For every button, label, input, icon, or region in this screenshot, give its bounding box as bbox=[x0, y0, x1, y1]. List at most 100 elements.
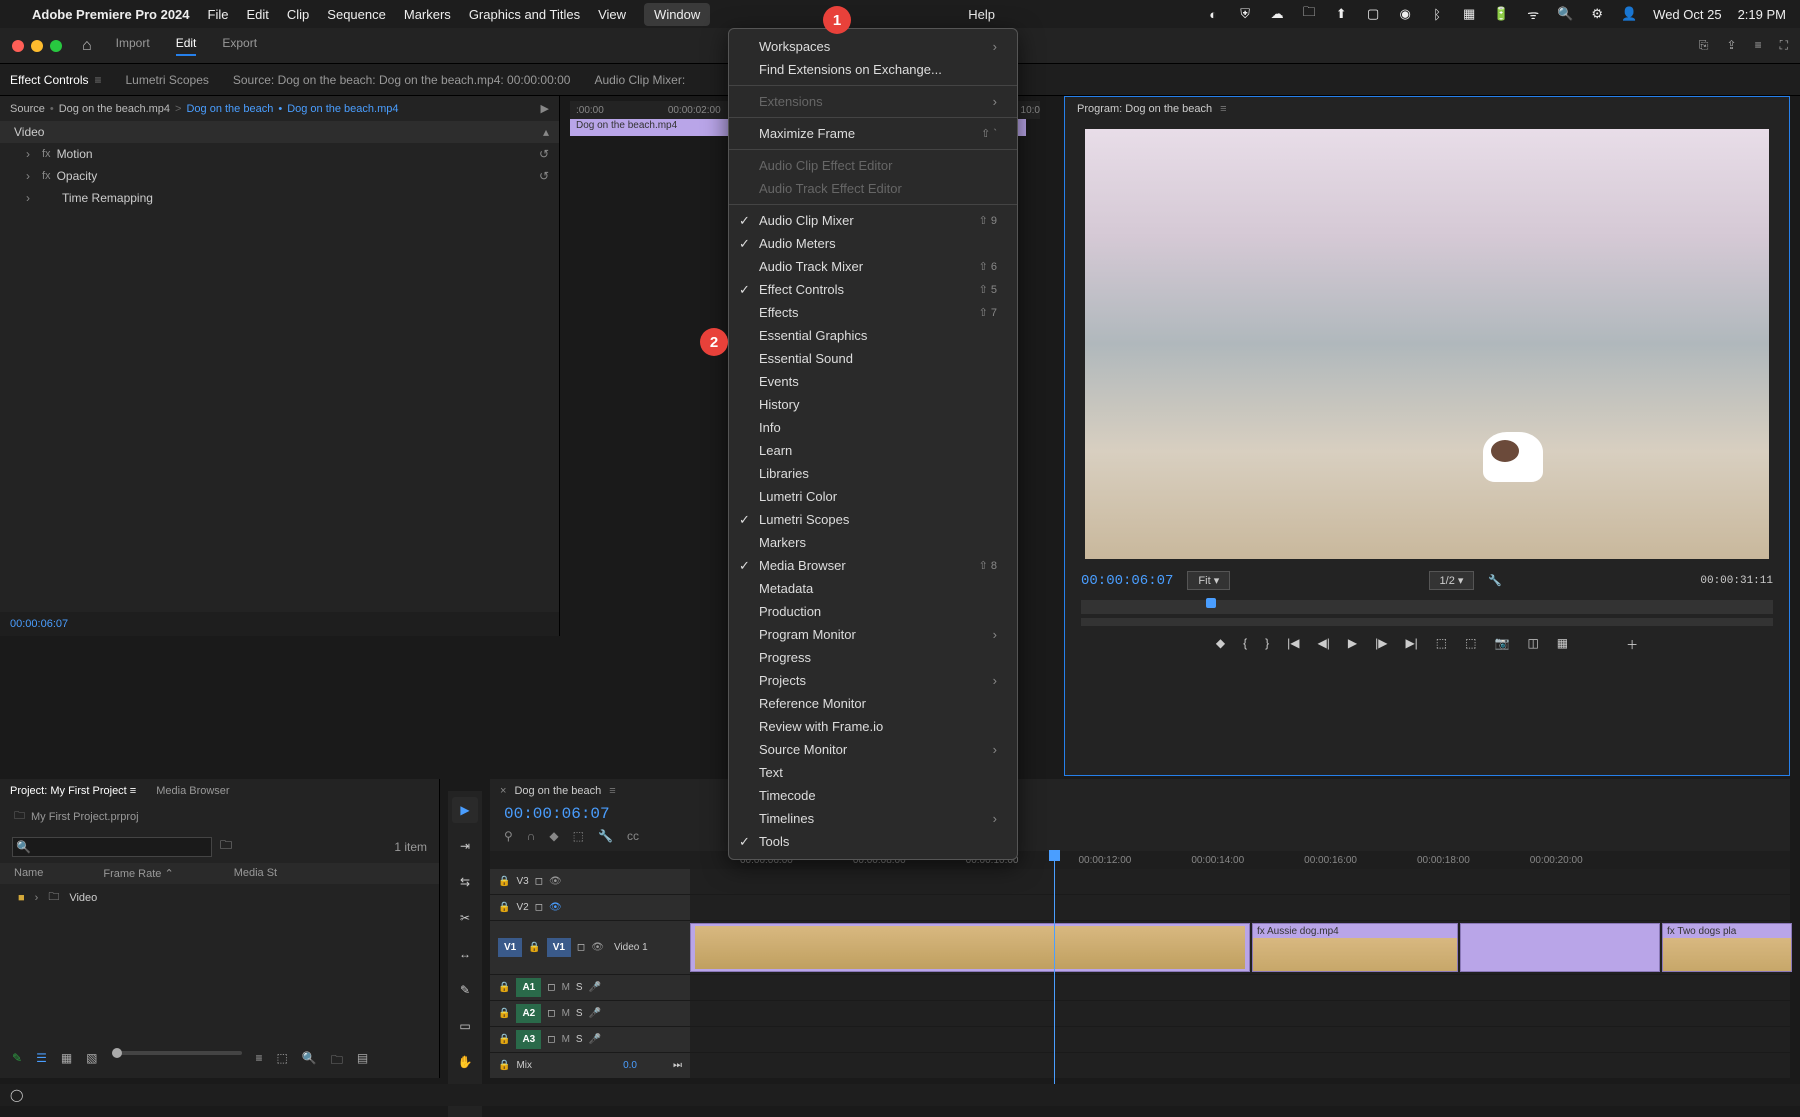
menubar-date[interactable]: Wed Oct 25 bbox=[1653, 7, 1721, 22]
marker-icon[interactable]: ◆ bbox=[1216, 636, 1225, 653]
panel-audio-mixer[interactable]: Audio Clip Mixer: bbox=[594, 73, 685, 87]
mark-out-icon[interactable]: } bbox=[1265, 636, 1269, 653]
menu-edit[interactable]: Edit bbox=[246, 7, 268, 22]
mix-value[interactable]: 0.0 bbox=[623, 1060, 637, 1071]
menu-item-timelines[interactable]: Timelines› bbox=[729, 807, 1017, 830]
wrench-icon[interactable]: 🔧 bbox=[598, 829, 613, 843]
menu-item-tools[interactable]: ✓Tools bbox=[729, 830, 1017, 853]
link-icon[interactable]: ∩ bbox=[527, 829, 536, 843]
menubar-time[interactable]: 2:19 PM bbox=[1738, 7, 1786, 22]
panel-lumetri-scopes[interactable]: Lumetri Scopes bbox=[126, 73, 209, 87]
menu-item-progress[interactable]: Progress bbox=[729, 646, 1017, 669]
menu-item-essential-sound[interactable]: Essential Sound bbox=[729, 347, 1017, 370]
fx-badge-icon[interactable]: fx bbox=[42, 148, 51, 160]
add-button-icon[interactable]: ＋ bbox=[1626, 636, 1638, 653]
slip-tool-icon[interactable]: ↔ bbox=[452, 941, 478, 967]
mute-button[interactable]: M bbox=[562, 1008, 570, 1019]
menu-item-info[interactable]: Info bbox=[729, 416, 1017, 439]
safe-margins-icon[interactable]: ▦ bbox=[1557, 636, 1568, 653]
lock-icon[interactable]: 🔒 bbox=[498, 1034, 510, 1045]
menu-item-lumetri-color[interactable]: Lumetri Color bbox=[729, 485, 1017, 508]
automate-icon[interactable]: ⬚ bbox=[277, 1051, 288, 1072]
close-window-icon[interactable] bbox=[12, 40, 24, 52]
program-fit-dropdown[interactable]: Fit ▾ bbox=[1187, 571, 1230, 590]
snap-icon[interactable]: ⚲ bbox=[504, 829, 513, 843]
ec-opacity[interactable]: ›fxOpacity↺ bbox=[0, 165, 559, 187]
lock-icon[interactable]: 🔒 bbox=[498, 1008, 510, 1019]
marker-add-icon[interactable]: ◆ bbox=[549, 829, 558, 843]
menu-item-libraries[interactable]: Libraries bbox=[729, 462, 1017, 485]
reset-icon[interactable]: ↺ bbox=[539, 147, 549, 161]
menu-item-events[interactable]: Events bbox=[729, 370, 1017, 393]
col-framerate[interactable]: Frame Rate ⌃ bbox=[103, 867, 173, 880]
menu-item-maximize-frame[interactable]: Maximize Frame⇧ ` bbox=[729, 122, 1017, 145]
wifi-icon[interactable]: ᯤ bbox=[1525, 6, 1541, 22]
solo-button[interactable]: S bbox=[576, 982, 583, 993]
col-media-start[interactable]: Media St bbox=[234, 867, 277, 880]
menu-item-effect-controls[interactable]: ✓Effect Controls⇧ 5 bbox=[729, 278, 1017, 301]
selection-tool-icon[interactable]: ▶ bbox=[452, 797, 478, 823]
new-bin-icon[interactable]: 🗀 bbox=[220, 836, 232, 857]
ec-seq-link[interactable]: Dog on the beach bbox=[186, 103, 273, 115]
malware-icon[interactable]: ⛨ bbox=[1237, 6, 1253, 22]
zoom-slider[interactable] bbox=[112, 1051, 242, 1055]
program-scrubber[interactable] bbox=[1081, 600, 1773, 614]
v1-source-patch[interactable]: V1 bbox=[498, 938, 522, 957]
program-video-preview[interactable] bbox=[1085, 129, 1769, 559]
record-icon[interactable]: ◉ bbox=[1397, 6, 1413, 22]
media-browser-tab[interactable]: Media Browser bbox=[156, 785, 229, 797]
program-timecode[interactable]: 00:00:06:07 bbox=[1081, 573, 1173, 589]
rectangle-tool-icon[interactable]: ▭ bbox=[452, 1013, 478, 1039]
v1-target[interactable]: V1 bbox=[547, 938, 571, 957]
bluetooth-icon[interactable]: ᛒ bbox=[1429, 6, 1445, 22]
sync-icon[interactable]: ◐ bbox=[1205, 6, 1221, 22]
track-output-icon[interactable]: ◻ bbox=[577, 942, 585, 953]
sort-icon[interactable]: ≡ bbox=[256, 1051, 263, 1072]
menu-item-program-monitor[interactable]: Program Monitor› bbox=[729, 623, 1017, 646]
ec-time-remapping[interactable]: ›Time Remapping bbox=[0, 187, 559, 209]
battery-icon[interactable]: 🔋 bbox=[1493, 6, 1509, 22]
menu-item-audio-meters[interactable]: ✓Audio Meters bbox=[729, 232, 1017, 255]
ec-motion[interactable]: ›fxMotion↺ bbox=[0, 143, 559, 165]
collapse-icon[interactable]: ⏭ bbox=[673, 1060, 682, 1071]
settings-icon[interactable]: ⬚ bbox=[573, 829, 584, 843]
menu-item-lumetri-scopes[interactable]: ✓Lumetri Scopes bbox=[729, 508, 1017, 531]
cc-icon[interactable]: cc bbox=[627, 829, 639, 843]
target-icon[interactable]: ◻ bbox=[535, 876, 543, 887]
list-view-icon[interactable]: ☰ bbox=[36, 1051, 47, 1072]
lock-icon[interactable]: 🔒 bbox=[498, 902, 510, 913]
lock-icon[interactable]: 🔒 bbox=[498, 982, 510, 993]
fx-badge-icon[interactable]: fx bbox=[42, 170, 51, 182]
goto-out-icon[interactable]: ▶| bbox=[1405, 636, 1417, 653]
workspace-icon[interactable]: ≡ bbox=[1755, 38, 1762, 53]
menu-item-essential-graphics[interactable]: Essential Graphics bbox=[729, 324, 1017, 347]
cloud-icon[interactable]: ☁ bbox=[1269, 6, 1285, 22]
new-bin-button-icon[interactable]: 🗀 bbox=[331, 1051, 343, 1072]
menu-view[interactable]: View bbox=[598, 7, 626, 22]
menu-markers[interactable]: Markers bbox=[404, 7, 451, 22]
control-center-icon[interactable]: ⚙ bbox=[1589, 6, 1605, 22]
share-icon[interactable]: ⇪ bbox=[1727, 38, 1737, 53]
timeline-timecode[interactable]: 00:00:06:07 bbox=[490, 803, 1790, 825]
display-icon[interactable]: ▢ bbox=[1365, 6, 1381, 22]
menu-item-find-extensions-on-exchange-[interactable]: Find Extensions on Exchange... bbox=[729, 58, 1017, 81]
panel-menu-icon[interactable]: ≡ bbox=[1220, 103, 1226, 115]
panel-effect-controls[interactable]: Effect Controls ≡ bbox=[10, 73, 102, 87]
target-icon[interactable]: ◻ bbox=[547, 1008, 555, 1019]
spotlight-icon[interactable]: 🔍 bbox=[1557, 6, 1573, 22]
menu-item-audio-track-mixer[interactable]: Audio Track Mixer⇧ 6 bbox=[729, 255, 1017, 278]
program-zoombar[interactable] bbox=[1081, 618, 1773, 626]
menu-item-audio-clip-mixer[interactable]: ✓Audio Clip Mixer⇧ 9 bbox=[729, 209, 1017, 232]
mic-icon[interactable]: 🎤 bbox=[589, 1034, 601, 1045]
chevron-up-icon[interactable]: ▴ bbox=[543, 125, 549, 139]
timeline-sequence-tab[interactable]: Dog on the beach bbox=[514, 785, 601, 797]
lock-icon[interactable]: 🔒 bbox=[528, 942, 540, 953]
project-tab[interactable]: Project: My First Project ≡ bbox=[10, 785, 136, 797]
calendar-icon[interactable]: ▦ bbox=[1461, 6, 1477, 22]
home-icon[interactable]: ⌂ bbox=[82, 37, 92, 55]
menu-item-source-monitor[interactable]: Source Monitor› bbox=[729, 738, 1017, 761]
menu-item-history[interactable]: History bbox=[729, 393, 1017, 416]
solo-button[interactable]: S bbox=[576, 1034, 583, 1045]
step-fwd-icon[interactable]: |▶ bbox=[1375, 636, 1387, 653]
menu-item-effects[interactable]: Effects⇧ 7 bbox=[729, 301, 1017, 324]
